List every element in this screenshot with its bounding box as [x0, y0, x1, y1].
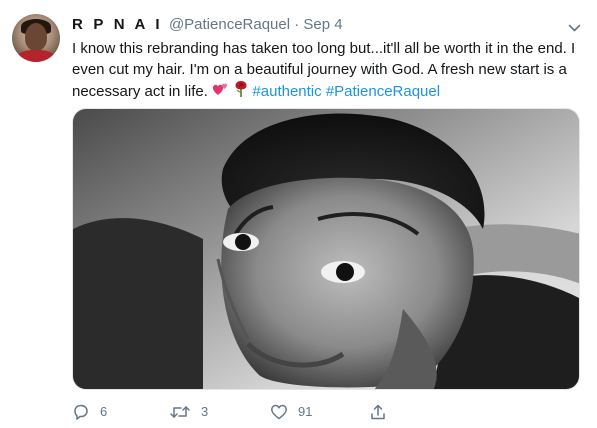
tweet-header: R P N A I @PatienceRaquel · Sep 4: [72, 16, 585, 34]
chevron-down-icon[interactable]: [568, 20, 581, 32]
tweet-media[interactable]: [72, 108, 580, 390]
heart-icon: [270, 403, 288, 421]
rose-icon: [234, 80, 248, 104]
like-button[interactable]: 91: [270, 401, 312, 423]
hashtag-patienceraquel[interactable]: #PatienceRaquel: [326, 83, 440, 100]
retweet-icon: [169, 403, 191, 421]
avatar[interactable]: [12, 14, 60, 62]
retweet-button[interactable]: 3: [169, 401, 208, 423]
hashtag-authentic[interactable]: #authentic: [252, 83, 321, 100]
reply-button[interactable]: 6: [72, 401, 107, 423]
tweet-text: I know this rebranding has taken too lon…: [72, 38, 582, 104]
reply-icon: [72, 403, 90, 421]
tweet-date[interactable]: Sep 4: [303, 16, 342, 33]
author-name[interactable]: R P N A I: [72, 16, 163, 33]
tweet-actions: 6 3 91: [72, 401, 582, 423]
tweet-body: I know this rebranding has taken too lon…: [72, 40, 576, 100]
selfie-photo: [73, 109, 579, 389]
share-icon: [369, 403, 387, 421]
separator-dot: ·: [294, 16, 300, 33]
two-hearts-icon: [212, 81, 230, 103]
tweet[interactable]: R P N A I @PatienceRaquel · Sep 4 I know…: [0, 0, 597, 428]
share-button[interactable]: [369, 401, 387, 423]
avatar-face: [25, 23, 47, 51]
reply-count: 6: [100, 404, 108, 419]
avatar-shirt: [18, 50, 54, 62]
retweet-count: 3: [201, 404, 209, 419]
author-handle[interactable]: @PatienceRaquel: [169, 16, 290, 33]
like-count: 91: [298, 404, 313, 419]
